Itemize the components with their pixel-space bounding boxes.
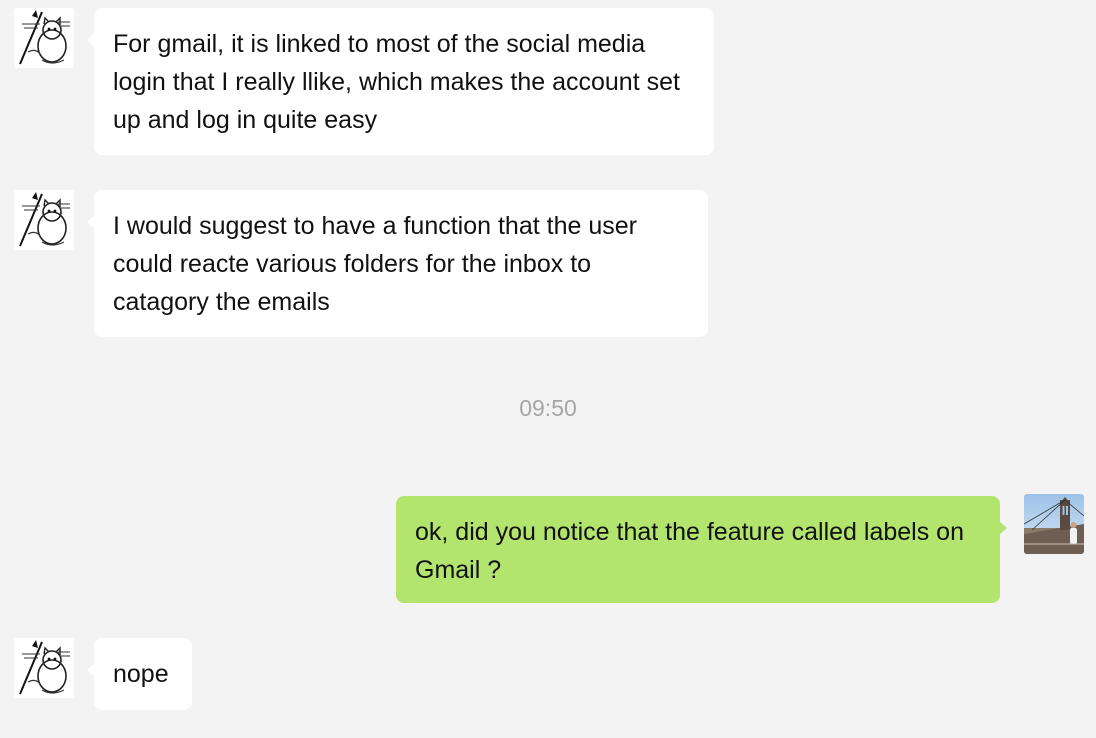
- bridge-photo-avatar-icon: [1024, 494, 1084, 554]
- bubble-tail: [87, 215, 95, 229]
- message-bubble-incoming[interactable]: I would suggest to have a function that …: [87, 190, 708, 337]
- message-text: I would suggest to have a function that …: [113, 212, 637, 316]
- my-avatar[interactable]: [1024, 494, 1084, 554]
- cat-sketch-avatar-icon: [14, 8, 74, 68]
- cat-sketch-avatar-icon: [14, 638, 74, 698]
- timestamp: 09:50: [519, 395, 577, 421]
- message-bubble-incoming[interactable]: For gmail, it is linked to most of the s…: [87, 8, 714, 155]
- contact-avatar[interactable]: [14, 190, 74, 250]
- bubble-tail: [87, 663, 95, 677]
- message-text: ok, did you notice that the feature call…: [415, 518, 964, 584]
- message-text: For gmail, it is linked to most of the s…: [113, 30, 680, 134]
- bubble-tail: [87, 33, 95, 47]
- cat-sketch-avatar-icon: [14, 190, 74, 250]
- message-bubble-incoming[interactable]: nope: [87, 638, 192, 710]
- contact-avatar[interactable]: [14, 8, 74, 68]
- bubble-tail: [999, 521, 1007, 535]
- message-text: nope: [113, 660, 169, 688]
- message-bubble-outgoing[interactable]: ok, did you notice that the feature call…: [396, 496, 1007, 603]
- contact-avatar[interactable]: [14, 638, 74, 698]
